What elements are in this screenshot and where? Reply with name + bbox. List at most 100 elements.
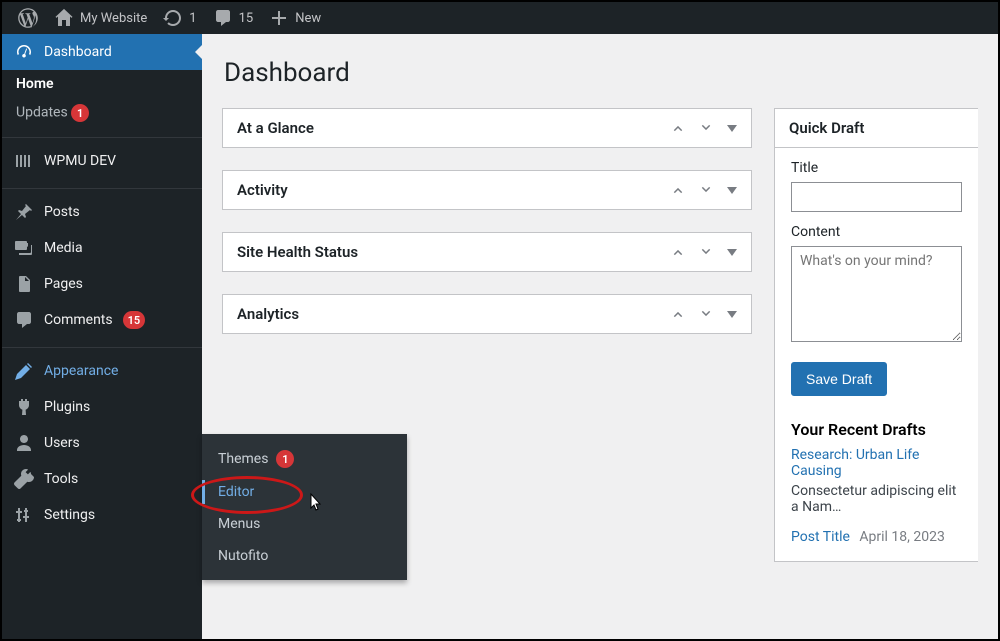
- sidebar-item-dashboard[interactable]: Dashboard: [2, 34, 202, 70]
- admin-sidebar: Dashboard Home Updates 1 WPMU DEV Posts …: [2, 34, 202, 639]
- sidebar-item-pages[interactable]: Pages: [2, 266, 202, 302]
- chevron-down-icon[interactable]: [699, 245, 713, 259]
- chevron-down-icon[interactable]: [699, 183, 713, 197]
- quick-draft-content-textarea[interactable]: [791, 246, 962, 342]
- sidebar-item-label: WPMU DEV: [44, 153, 116, 169]
- recent-drafts: Your Recent Drafts Research: Urban Life …: [791, 420, 962, 545]
- sidebar-item-users[interactable]: Users: [2, 425, 202, 461]
- updates-count-label: 1: [189, 11, 196, 26]
- sliders-icon: [14, 505, 34, 525]
- metabox-title: Quick Draft: [789, 119, 864, 137]
- media-icon: [14, 238, 34, 258]
- draft-title-link[interactable]: Research: Urban Life Causing: [791, 447, 919, 479]
- metabox-analytics: Analytics: [222, 294, 752, 334]
- wrench-icon: [14, 469, 34, 489]
- metabox-activity: Activity: [222, 170, 752, 210]
- page-title: Dashboard: [224, 58, 978, 88]
- dashboard-submenu: Home Updates 1: [2, 70, 202, 128]
- quick-draft-title-input[interactable]: [791, 182, 962, 212]
- chevron-down-icon[interactable]: [699, 121, 713, 135]
- draft-date: April 18, 2023: [859, 529, 944, 545]
- recent-drafts-heading: Your Recent Drafts: [791, 420, 962, 439]
- metabox-at-a-glance: At a Glance: [222, 108, 752, 148]
- comments-count-label: 15: [239, 11, 254, 26]
- chevron-up-icon[interactable]: [671, 121, 685, 135]
- draft-item: Research: Urban Life Causing Consectetur…: [791, 447, 962, 515]
- menu-separator: [2, 343, 202, 348]
- metabox-handle-actions: [671, 245, 737, 259]
- flyout-item-themes[interactable]: Themes 1: [202, 442, 407, 476]
- sidebar-item-media[interactable]: Media: [2, 230, 202, 266]
- home-icon: [54, 8, 74, 28]
- comment-icon: [213, 8, 233, 28]
- draft-item: Post Title April 18, 2023: [791, 529, 962, 545]
- updates-badge: 1: [71, 104, 89, 122]
- metabox-menu-toggle[interactable]: [727, 249, 737, 256]
- wordpress-icon: [18, 8, 38, 28]
- sidebar-item-label: Appearance: [44, 363, 118, 379]
- metabox-menu-toggle[interactable]: [727, 311, 737, 318]
- metabox-handle-actions: [671, 307, 737, 321]
- new-content-button[interactable]: New: [261, 2, 329, 34]
- submenu-item-home[interactable]: Home: [2, 70, 202, 98]
- quick-draft-title-label: Title: [791, 160, 962, 176]
- draft-excerpt: Consectetur adipiscing elit a Nam…: [791, 483, 962, 515]
- brush-icon: [14, 361, 34, 381]
- chevron-up-icon[interactable]: [671, 307, 685, 321]
- user-icon: [14, 433, 34, 453]
- site-name-label: My Website: [80, 11, 147, 26]
- site-name-link[interactable]: My Website: [46, 2, 155, 34]
- submenu-item-label: Updates: [16, 105, 68, 121]
- metabox-quick-draft: Quick Draft Title Content Save Draft You…: [774, 108, 978, 562]
- quick-draft-content-label: Content: [791, 224, 962, 240]
- metabox-menu-toggle[interactable]: [727, 125, 737, 132]
- sidebar-item-label: Users: [44, 435, 80, 451]
- cursor-icon: [305, 492, 325, 512]
- comments-badge: 15: [123, 311, 146, 329]
- themes-badge: 1: [276, 450, 294, 468]
- sidebar-item-label: Settings: [44, 507, 95, 523]
- sidebar-item-posts[interactable]: Posts: [2, 194, 202, 230]
- flyout-item-menus[interactable]: Menus: [202, 508, 407, 540]
- submenu-item-updates[interactable]: Updates 1: [2, 98, 202, 128]
- metabox-handle-actions: [671, 121, 737, 135]
- menu-separator: [2, 184, 202, 189]
- wpmudev-icon: [14, 151, 34, 171]
- sidebar-item-label: Plugins: [44, 399, 90, 415]
- chevron-down-icon[interactable]: [699, 307, 713, 321]
- sidebar-item-plugins[interactable]: Plugins: [2, 389, 202, 425]
- metabox-menu-toggle[interactable]: [727, 187, 737, 194]
- wp-logo[interactable]: [10, 2, 46, 34]
- metabox-title: Activity: [237, 181, 288, 199]
- metabox-title: Analytics: [237, 305, 299, 323]
- sidebar-item-settings[interactable]: Settings: [2, 497, 202, 533]
- metabox-title: At a Glance: [237, 119, 314, 137]
- plug-icon: [14, 397, 34, 417]
- dashboard-right-column: Quick Draft Title Content Save Draft You…: [774, 108, 978, 584]
- menu-separator: [2, 133, 202, 138]
- metabox-site-health: Site Health Status: [222, 232, 752, 272]
- new-label: New: [295, 11, 321, 26]
- sidebar-item-tools[interactable]: Tools: [2, 461, 202, 497]
- flyout-item-nutofito[interactable]: Nutofito: [202, 540, 407, 572]
- comments-indicator[interactable]: 15: [205, 2, 262, 34]
- admin-bar: My Website 1 15 New: [2, 2, 998, 34]
- sidebar-item-appearance[interactable]: Appearance: [2, 353, 202, 389]
- page-icon: [14, 274, 34, 294]
- save-draft-button[interactable]: Save Draft: [791, 362, 887, 396]
- sidebar-item-comments[interactable]: Comments 15: [2, 302, 202, 338]
- dashboard-icon: [14, 42, 34, 62]
- sidebar-item-label: Tools: [44, 471, 78, 487]
- update-icon: [163, 8, 183, 28]
- draft-title-link[interactable]: Post Title: [791, 529, 850, 545]
- updates-indicator[interactable]: 1: [155, 2, 204, 34]
- sidebar-item-label: Comments: [44, 312, 113, 328]
- metabox-title: Site Health Status: [237, 243, 358, 261]
- sidebar-item-label: Pages: [44, 276, 83, 292]
- chevron-up-icon[interactable]: [671, 183, 685, 197]
- sidebar-item-wpmudev[interactable]: WPMU DEV: [2, 143, 202, 179]
- flyout-item-label: Themes: [218, 451, 268, 467]
- comment-icon: [14, 310, 34, 330]
- chevron-up-icon[interactable]: [671, 245, 685, 259]
- plus-icon: [269, 8, 289, 28]
